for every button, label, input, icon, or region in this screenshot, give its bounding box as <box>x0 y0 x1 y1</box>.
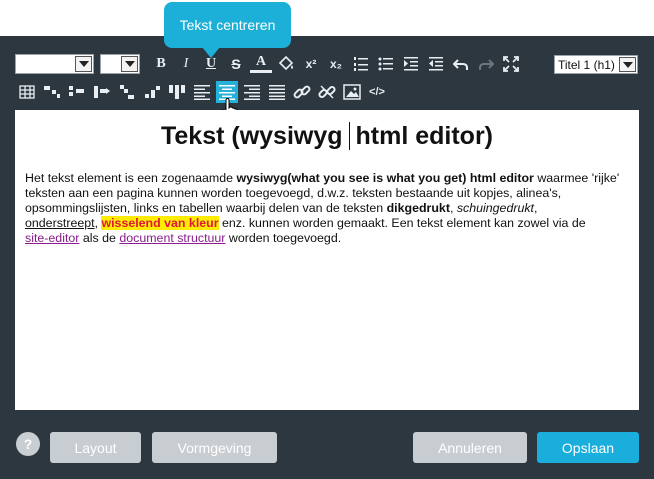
font-color-button[interactable]: A <box>250 53 272 73</box>
layout-button-label: Layout <box>74 439 117 456</box>
align-justify-icon <box>269 85 285 100</box>
heading-select[interactable]: Titel 1 (h1) <box>554 55 638 74</box>
text-run: worden toegevoegd. <box>225 231 342 245</box>
merge-cells-icon <box>169 85 185 99</box>
editor-area[interactable]: Tekst (wysiwyg html editor) Het tekst ele… <box>15 110 639 410</box>
indent-button[interactable] <box>400 53 422 75</box>
chevron-down-icon <box>121 56 138 72</box>
tooltip: Tekst centreren <box>164 2 291 48</box>
vormgeving-button-label: Vormgeving <box>177 439 252 456</box>
strikethrough-icon: S <box>231 56 241 72</box>
superscript-icon: x² <box>305 57 317 71</box>
link-icon <box>293 85 311 99</box>
paint-bucket-icon <box>278 55 294 71</box>
chevron-down-icon <box>619 57 636 72</box>
save-button[interactable]: Opslaan <box>537 432 639 463</box>
text-run: , <box>534 201 538 215</box>
row-insert-icon <box>44 86 60 98</box>
fullscreen-button[interactable] <box>500 53 522 75</box>
text-run: enz. kunnen worden gemaakt. Een tekst el… <box>218 216 586 230</box>
heading-value: Titel 1 (h1) <box>558 58 615 72</box>
heading-part-1: Tekst (wysiwyg <box>160 122 343 150</box>
bold-button[interactable]: B <box>150 53 172 75</box>
text-caret <box>348 122 350 150</box>
insert-link-button[interactable] <box>291 81 313 103</box>
site-editor-link[interactable]: site-editor <box>25 231 79 245</box>
help-icon: ? <box>23 436 33 452</box>
italic-button[interactable]: I <box>175 53 197 75</box>
column-delete-icon <box>145 86 160 98</box>
remove-link-button[interactable] <box>316 81 338 103</box>
bullet-list-button[interactable] <box>375 53 397 75</box>
text-run: Het tekst element is een zogenaamde <box>25 171 237 185</box>
heading-part-2: html editor) <box>355 122 494 150</box>
subscript-icon: x₂ <box>329 57 342 71</box>
layout-button[interactable]: Layout <box>50 432 141 463</box>
unlink-icon <box>318 85 336 99</box>
tooltip-tail <box>202 47 220 58</box>
font-size-select[interactable] <box>100 54 140 74</box>
background-color-button[interactable] <box>275 53 297 75</box>
code-icon: </> <box>369 86 385 98</box>
fullscreen-icon <box>503 56 519 72</box>
column-insert-icon <box>94 86 110 98</box>
tooltip-text: Tekst centreren <box>179 17 276 33</box>
document-heading: Tekst (wysiwyg html editor) <box>15 122 639 151</box>
font-family-select[interactable] <box>15 54 94 74</box>
help-button[interactable]: ? <box>16 432 40 456</box>
outdent-button[interactable] <box>425 53 447 75</box>
undo-button[interactable] <box>450 53 472 75</box>
text-run: , <box>449 201 457 215</box>
delete-row-button[interactable] <box>116 81 138 103</box>
align-left-button[interactable] <box>191 81 213 103</box>
redo-icon <box>479 59 495 70</box>
editor-dialog: B I U S A x² x₂ Titel 1 (h1) </> Tekst c… <box>0 0 654 479</box>
align-justify-button[interactable] <box>266 81 288 103</box>
underlined-text: onderstreept <box>25 216 95 230</box>
numbered-list-button[interactable] <box>350 53 372 75</box>
document-structure-link[interactable]: document structuur <box>119 231 225 245</box>
undo-icon <box>452 59 468 70</box>
insert-table-button[interactable] <box>16 81 38 103</box>
outdent-icon <box>429 57 443 71</box>
font-color-icon: A <box>255 53 267 69</box>
delete-column-button[interactable] <box>141 81 163 103</box>
table-icon <box>19 85 35 99</box>
highlighted-text: wisselend van kleur <box>101 216 219 230</box>
italic-text: schuingedrukt <box>456 201 534 215</box>
chevron-down-icon <box>75 56 92 72</box>
indent-icon <box>404 57 418 71</box>
source-code-button[interactable]: </> <box>366 81 388 103</box>
subscript-button[interactable]: x₂ <box>325 53 347 75</box>
bold-icon: B <box>156 56 166 71</box>
redo-button[interactable] <box>475 53 497 75</box>
save-button-label: Opslaan <box>561 439 615 456</box>
strikethrough-button[interactable]: S <box>225 53 247 75</box>
paragraph: Het tekst element is een zogenaamde wysi… <box>25 171 631 246</box>
image-icon <box>343 84 361 100</box>
insert-column-button[interactable] <box>91 81 113 103</box>
cancel-button[interactable]: Annuleren <box>413 432 527 463</box>
numbered-list-icon <box>354 57 368 71</box>
row-delete-icon <box>120 85 134 99</box>
merge-cells-button[interactable] <box>166 81 188 103</box>
align-right-icon <box>244 85 260 100</box>
cancel-button-label: Annuleren <box>438 439 502 456</box>
bold-text: dikgedrukt <box>386 201 450 215</box>
align-right-button[interactable] <box>241 81 263 103</box>
insert-image-button[interactable] <box>341 81 363 103</box>
top-area <box>0 0 654 36</box>
bullet-list-icon <box>378 57 393 71</box>
row-insert-icon <box>69 86 84 96</box>
vormgeving-button[interactable]: Vormgeving <box>152 432 277 463</box>
insert-row-after-button[interactable] <box>66 81 88 103</box>
bold-text: wysiwyg(what you see is what you get) ht… <box>236 171 534 185</box>
text-run: als de <box>79 231 120 245</box>
superscript-button[interactable]: x² <box>300 53 322 75</box>
underline-icon: U <box>205 56 217 71</box>
align-left-icon <box>194 85 210 100</box>
insert-row-before-button[interactable] <box>41 81 63 103</box>
italic-icon: I <box>183 56 189 71</box>
